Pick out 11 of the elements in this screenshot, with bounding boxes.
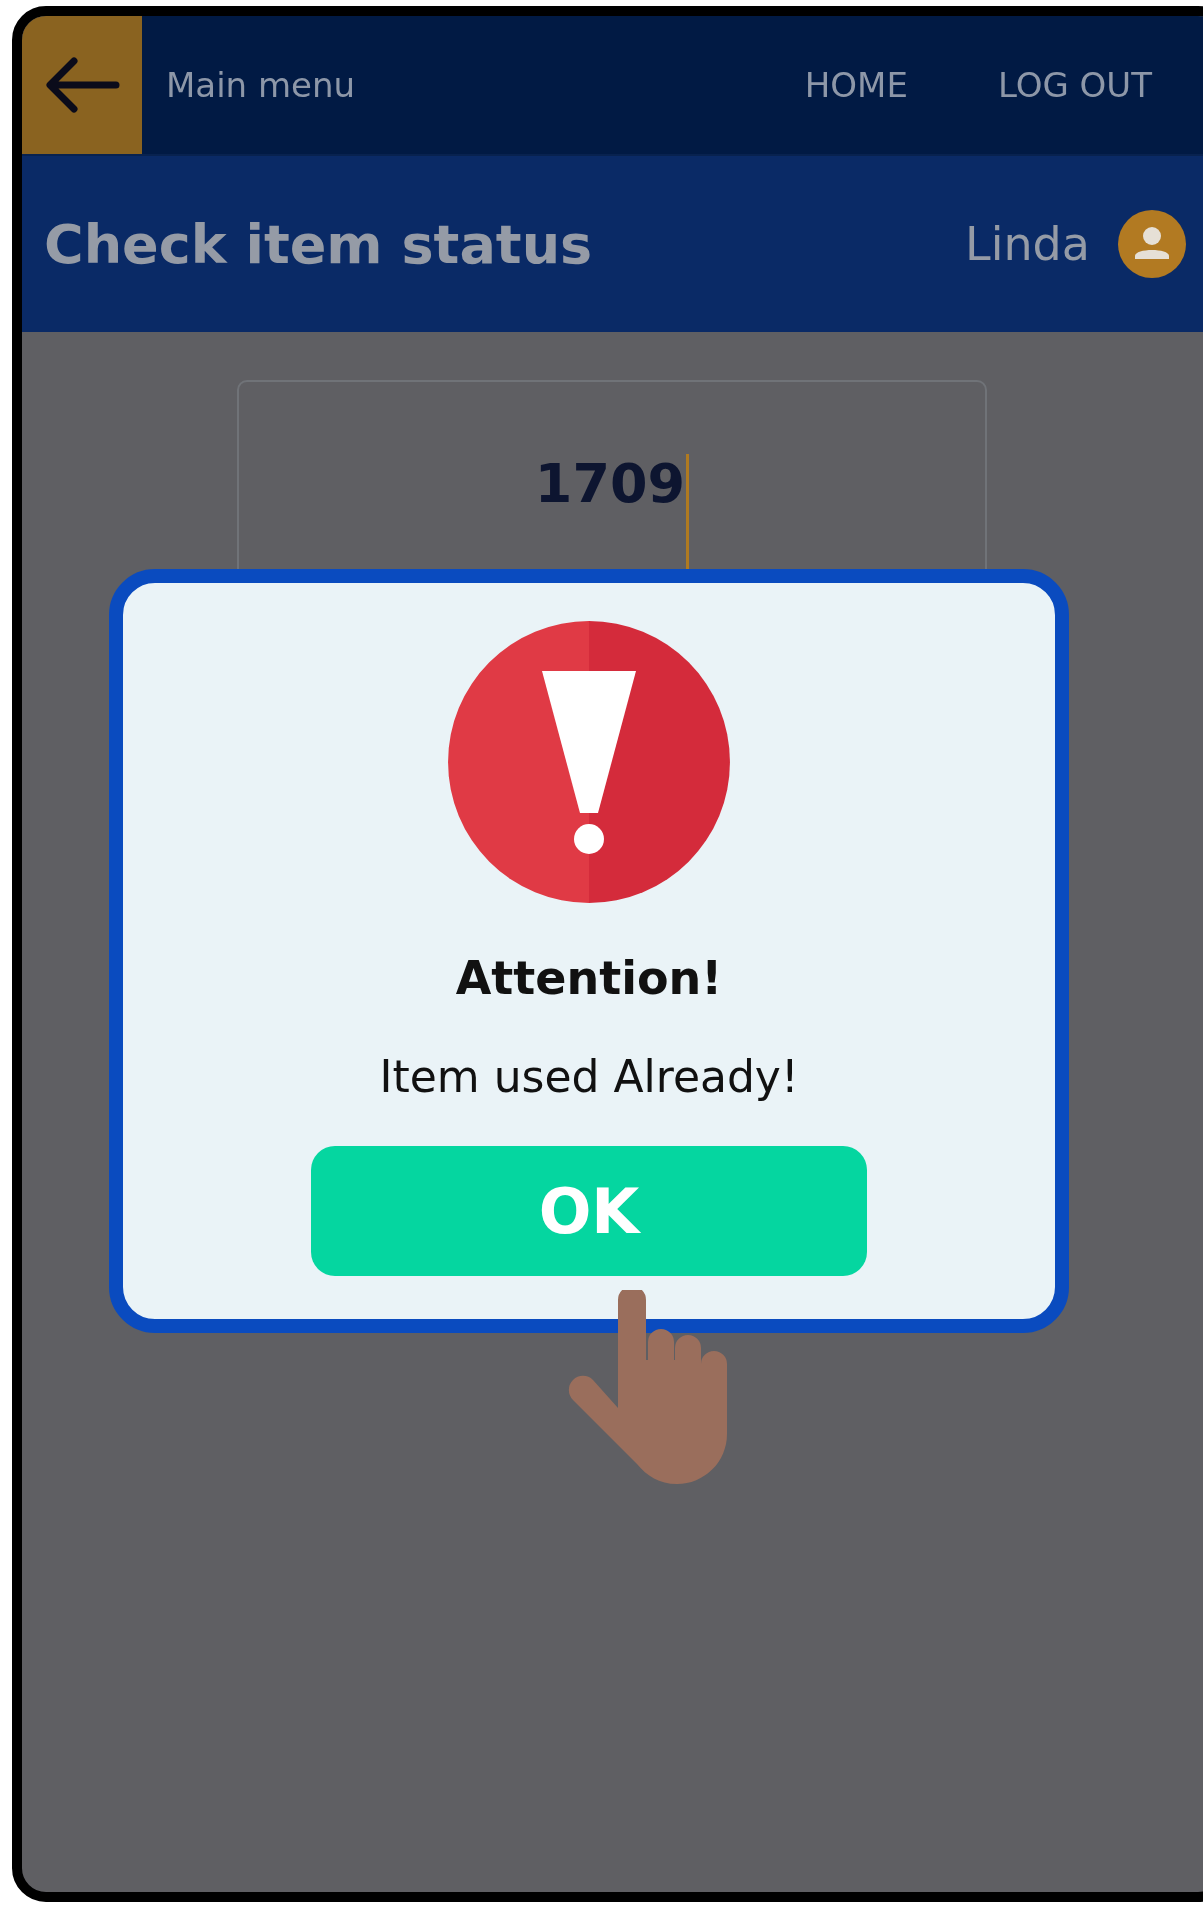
back-button[interactable]: [22, 16, 142, 154]
dialog-title: Attention!: [455, 951, 723, 1005]
back-arrow-icon: [44, 57, 120, 113]
nav-link[interactable]: LOG OUT: [997, 65, 1152, 105]
user-name: Linda: [965, 217, 1090, 271]
page-title: Check item status: [44, 212, 594, 276]
warning-icon: [448, 621, 730, 903]
user-avatar-icon[interactable]: [1118, 210, 1186, 278]
dialog-message: Item used Already!: [379, 1051, 799, 1102]
nav-link[interactable]: HOME: [804, 65, 908, 105]
main-menu-label: Main menu: [166, 65, 357, 105]
